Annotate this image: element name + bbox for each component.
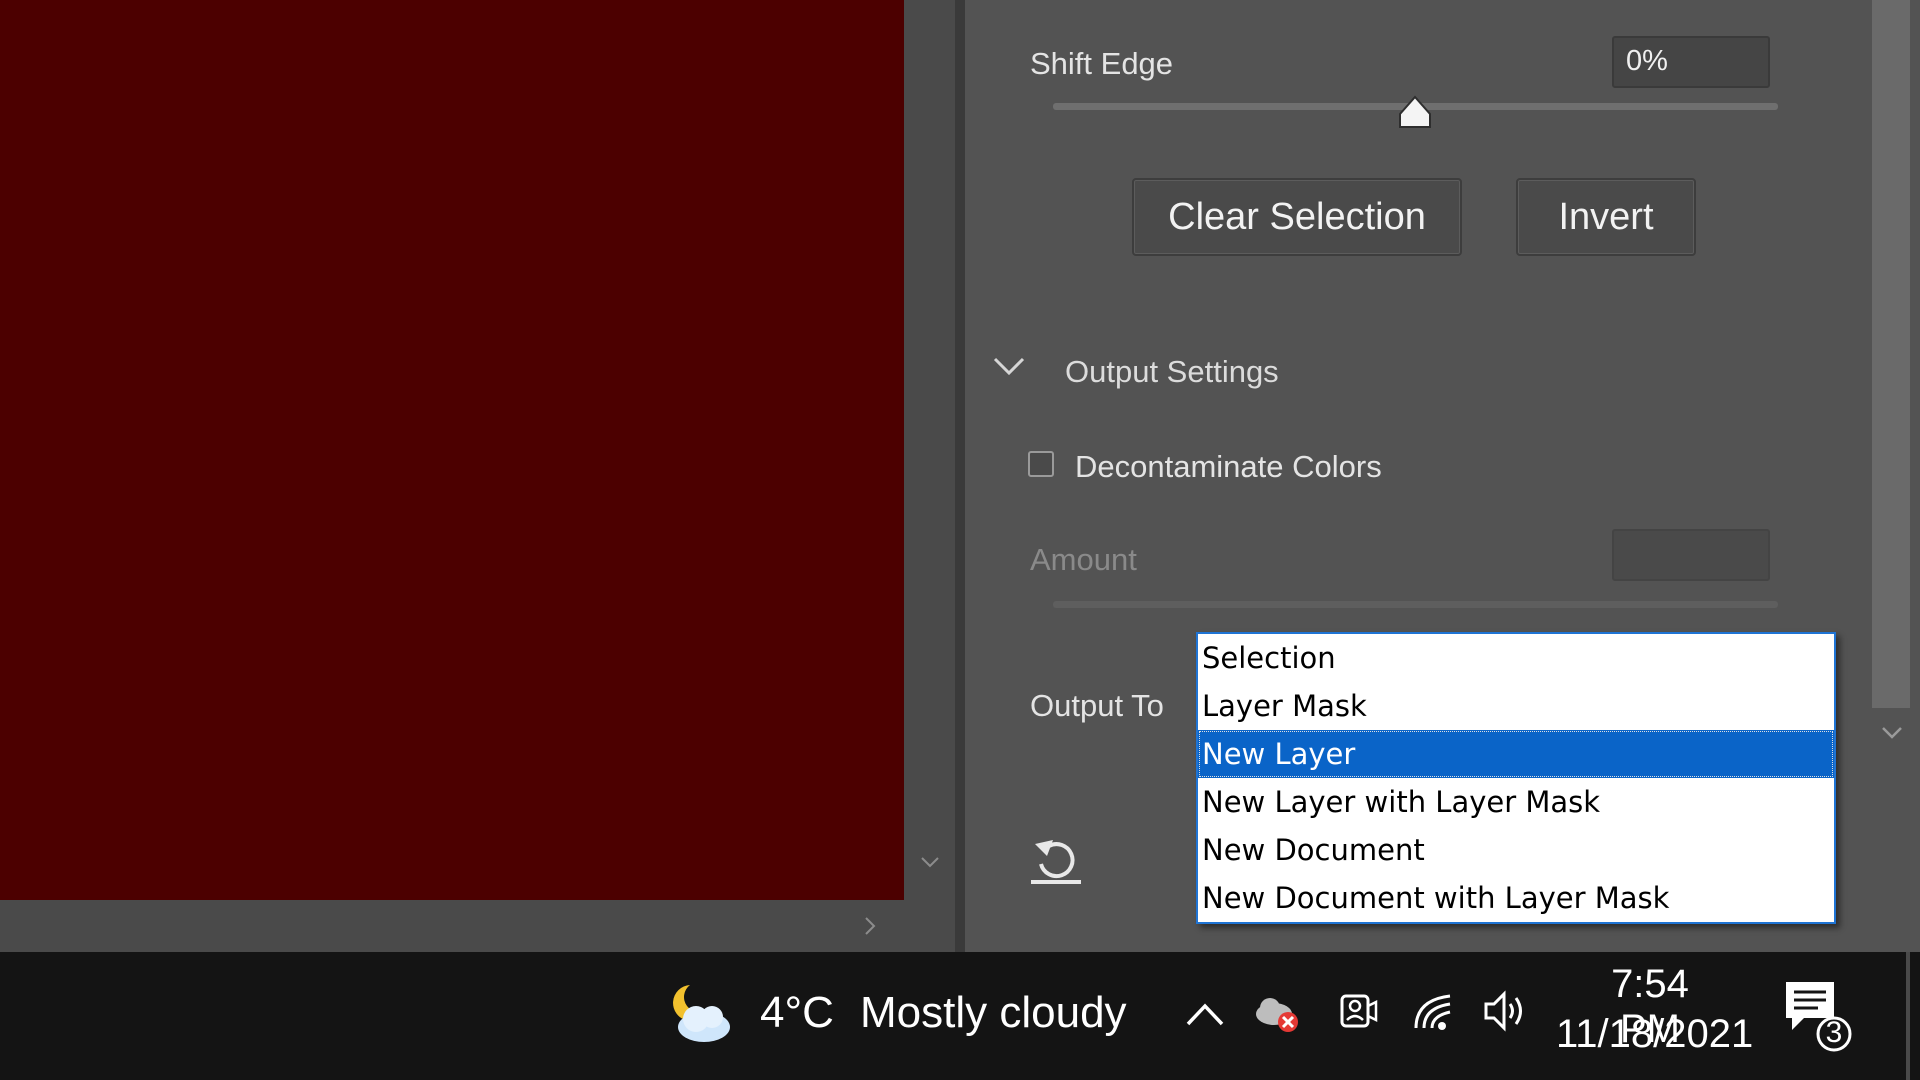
document-canvas[interactable] bbox=[0, 0, 904, 900]
partly-cloudy-night-icon[interactable] bbox=[660, 977, 738, 1047]
meet-now-icon[interactable] bbox=[1333, 986, 1383, 1036]
decontaminate-colors-checkbox[interactable] bbox=[1028, 451, 1054, 477]
amount-slider[interactable] bbox=[1053, 601, 1778, 608]
invert-button[interactable]: Invert bbox=[1516, 178, 1696, 256]
shift-edge-label: Shift Edge bbox=[1030, 46, 1174, 81]
scrollbar-thumb[interactable] bbox=[1872, 0, 1910, 708]
shift-edge-slider-thumb[interactable] bbox=[1397, 94, 1433, 130]
decontaminate-colors-label[interactable]: Decontaminate Colors bbox=[1075, 449, 1382, 485]
output-to-dropdown-list[interactable]: Selection Layer Mask New Layer New Layer… bbox=[1196, 632, 1836, 924]
dropdown-option-layer-mask[interactable]: Layer Mask bbox=[1198, 682, 1834, 730]
chevron-down-icon[interactable] bbox=[1878, 718, 1906, 746]
shift-edge-input[interactable]: 0% bbox=[1612, 36, 1770, 88]
show-desktop-button[interactable] bbox=[1906, 952, 1910, 1080]
dropdown-option-new-layer-with-layer-mask[interactable]: New Layer with Layer Mask bbox=[1198, 778, 1834, 826]
onedrive-error-icon[interactable] bbox=[1252, 988, 1302, 1038]
clock-date[interactable]: 11/18/2021 bbox=[1556, 1012, 1753, 1057]
dropdown-option-selection[interactable]: Selection bbox=[1198, 634, 1834, 682]
weather-temperature[interactable]: 4°C bbox=[760, 988, 834, 1038]
chevron-up-icon[interactable] bbox=[1180, 990, 1230, 1040]
volume-icon[interactable] bbox=[1480, 986, 1530, 1036]
reset-icon[interactable] bbox=[1027, 834, 1085, 886]
weather-condition[interactable]: Mostly cloudy bbox=[860, 988, 1127, 1038]
output-settings-heading[interactable]: Output Settings bbox=[1065, 354, 1279, 390]
output-to-label: Output To bbox=[1030, 688, 1164, 723]
canvas-vertical-scrollbar[interactable] bbox=[904, 0, 955, 900]
notification-count-badge[interactable]: 3 bbox=[1818, 1016, 1850, 1050]
dropdown-option-new-document[interactable]: New Document bbox=[1198, 826, 1834, 874]
dropdown-option-new-layer[interactable]: New Layer bbox=[1198, 730, 1834, 778]
dropdown-option-new-document-with-layer-mask[interactable]: New Document with Layer Mask bbox=[1198, 874, 1834, 922]
chevron-down-icon[interactable] bbox=[992, 354, 1026, 380]
amount-label: Amount bbox=[1030, 542, 1137, 577]
chevron-down-icon[interactable] bbox=[918, 850, 942, 874]
amount-input[interactable] bbox=[1612, 529, 1770, 581]
chevron-right-icon[interactable] bbox=[858, 914, 882, 938]
wifi-icon[interactable] bbox=[1410, 988, 1460, 1038]
canvas-horizontal-scrollbar[interactable] bbox=[0, 900, 955, 952]
panel-divider[interactable] bbox=[955, 0, 965, 952]
clear-selection-button[interactable]: Clear Selection bbox=[1132, 178, 1462, 256]
windows-taskbar: 4°C Mostly cloudy 7:54 PM 11/18/2021 3 bbox=[0, 952, 1920, 1080]
panel-vertical-scrollbar[interactable] bbox=[1870, 0, 1920, 952]
